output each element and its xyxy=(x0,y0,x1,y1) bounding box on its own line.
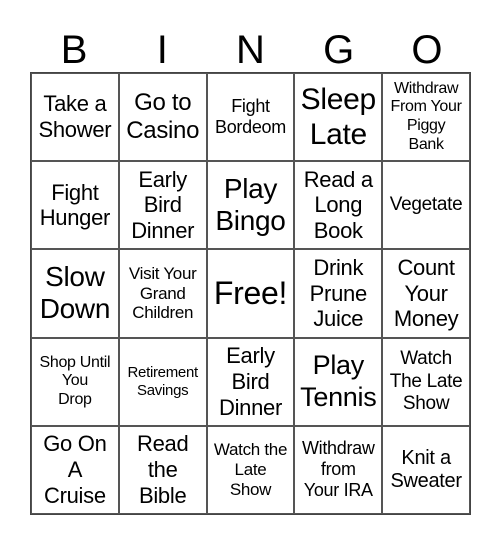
bingo-cell: Read a Long Book xyxy=(294,161,383,250)
bingo-cell: Shop Until You Drop xyxy=(31,337,119,426)
bingo-cell: Play Tennis xyxy=(294,337,383,426)
bingo-cell: Sleep Late xyxy=(294,73,383,162)
bingo-cell: Knit a Sweater xyxy=(382,425,470,514)
bingo-cell: Retirement Savings xyxy=(118,337,207,426)
bingo-cell: Read the Bible xyxy=(118,425,207,514)
header-letter-i: I xyxy=(156,28,168,72)
bingo-cell: Drink Prune Juice xyxy=(294,249,383,338)
bingo-cell: Play Bingo xyxy=(206,161,295,250)
free-space-cell: Free! xyxy=(206,249,295,338)
bingo-header: B I N G O xyxy=(30,28,471,72)
bingo-cell: Withdraw from Your IRA xyxy=(294,425,383,514)
bingo-cell: Visit Your Grand Children xyxy=(118,249,207,338)
bingo-cell: Count Your Money xyxy=(382,249,470,338)
bingo-cell: Slow Down xyxy=(31,249,119,338)
header-letter-o: O xyxy=(411,28,443,72)
bingo-cell: Go to Casino xyxy=(118,73,207,162)
bingo-cell: Early Bird Dinner xyxy=(206,337,295,426)
bingo-cell: Watch The Late Show xyxy=(382,337,470,426)
bingo-grid: Take a Shower Go to Casino Fight Bordeom… xyxy=(30,72,471,515)
bingo-cell: Go On A Cruise xyxy=(31,425,119,514)
bingo-cell: Fight Hunger xyxy=(31,161,119,250)
header-letter-b: B xyxy=(60,28,88,72)
bingo-cell: Take a Shower xyxy=(31,73,119,162)
bingo-cell: Withdraw From Your Piggy Bank xyxy=(382,73,470,162)
header-letter-g: G xyxy=(323,28,355,72)
bingo-cell: Vegetate xyxy=(382,161,470,250)
bingo-cell: Watch the Late Show xyxy=(206,425,295,514)
header-letter-n: N xyxy=(236,28,265,72)
bingo-cell: Early Bird Dinner xyxy=(118,161,207,250)
bingo-cell: Fight Bordeom xyxy=(206,73,295,162)
